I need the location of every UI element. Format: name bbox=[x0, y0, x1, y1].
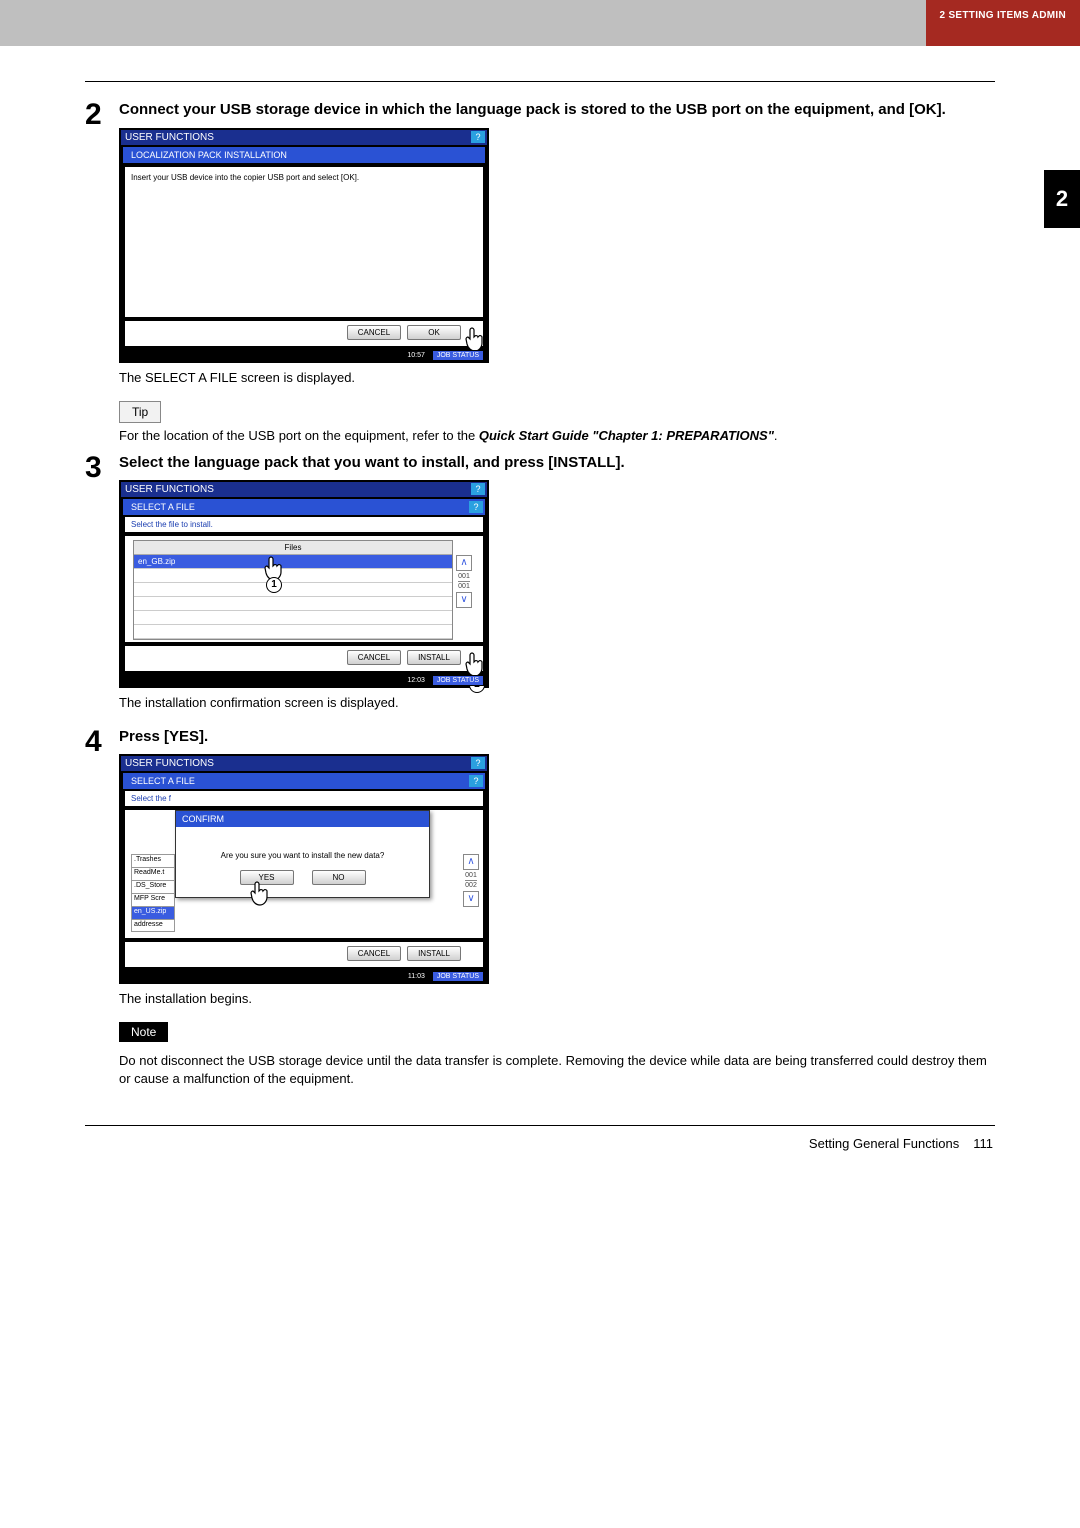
help-icon[interactable]: ? bbox=[471, 757, 485, 769]
files-header: Files bbox=[134, 541, 452, 555]
footer-page-number: 111 bbox=[973, 1136, 993, 1151]
jobstatus-button[interactable]: JOB STATUS bbox=[433, 972, 483, 981]
header-bar: 2 SETTING ITEMS ADMIN bbox=[0, 0, 1080, 46]
tip-label: Tip bbox=[119, 401, 161, 423]
help-icon[interactable]: ? bbox=[471, 483, 485, 495]
dialog-title: CONFIRM bbox=[176, 811, 429, 827]
device-time: 11:03 bbox=[408, 973, 425, 980]
step-3: 3 Select the language pack that you want… bbox=[85, 453, 995, 719]
step-heading: Select the language pack that you want t… bbox=[119, 453, 995, 473]
device-subbar: SELECT A FILE bbox=[131, 502, 195, 512]
step-heading: Press [YES]. bbox=[119, 727, 995, 747]
file-list-partial: .Trashes ReadMe.t .DS_Store MFP Scre en_… bbox=[131, 854, 175, 932]
step-result-text: The installation confirmation screen is … bbox=[119, 694, 995, 712]
device-subbar: SELECT A FILE bbox=[131, 776, 195, 786]
note-text: Do not disconnect the USB storage device… bbox=[119, 1052, 995, 1088]
step-4: 4 Press [YES]. USER FUNCTIONS ? SELECT A… bbox=[85, 727, 995, 1095]
ok-button[interactable]: OK bbox=[407, 325, 461, 340]
device-screenshot-2: USER FUNCTIONS ? SELECT A FILE ? Select … bbox=[119, 480, 489, 688]
device-message: Insert your USB device into the copier U… bbox=[125, 167, 483, 188]
side-chapter-tab: 2 bbox=[1044, 170, 1080, 228]
jobstatus-button[interactable]: JOB STATUS bbox=[433, 676, 483, 685]
file-row[interactable] bbox=[134, 569, 452, 583]
rule-bottom bbox=[85, 1125, 995, 1126]
install-button[interactable]: INSTALL bbox=[407, 946, 461, 961]
file-row-selected[interactable]: en_GB.zip bbox=[134, 555, 452, 569]
step-number: 4 bbox=[85, 727, 115, 1095]
jobstatus-button[interactable]: JOB STATUS bbox=[433, 351, 483, 360]
install-button[interactable]: INSTALL bbox=[407, 650, 461, 665]
help-icon[interactable]: ? bbox=[471, 131, 485, 143]
yes-button[interactable]: YES bbox=[240, 870, 294, 885]
file-row[interactable] bbox=[134, 611, 452, 625]
device-info: Select the f bbox=[125, 791, 483, 806]
device-title: USER FUNCTIONS bbox=[125, 132, 214, 143]
device-time: 12:03 bbox=[407, 677, 425, 684]
step-number: 2 bbox=[85, 100, 115, 445]
hand-pointer-icon bbox=[248, 880, 272, 914]
cancel-button[interactable]: CANCEL bbox=[347, 946, 401, 961]
device-title: USER FUNCTIONS bbox=[125, 758, 214, 769]
footer-section: Setting General Functions bbox=[809, 1136, 959, 1151]
scroll-down-icon[interactable]: ∨ bbox=[456, 592, 472, 608]
scroll-up-icon[interactable]: ∧ bbox=[463, 854, 479, 870]
confirm-dialog: CONFIRM Are you sure you want to install… bbox=[175, 810, 430, 898]
dialog-message: Are you sure you want to install the new… bbox=[176, 827, 429, 870]
rule-top bbox=[85, 81, 995, 82]
help-icon[interactable]: ? bbox=[469, 501, 483, 513]
header-chapter-tab: 2 SETTING ITEMS ADMIN bbox=[926, 0, 1080, 46]
device-screenshot-1: USER FUNCTIONS ? LOCALIZATION PACK INSTA… bbox=[119, 128, 489, 363]
step-heading: Connect your USB storage device in which… bbox=[119, 100, 995, 120]
file-row[interactable] bbox=[134, 597, 452, 611]
device-screenshot-3: USER FUNCTIONS ? SELECT A FILE ? Select … bbox=[119, 754, 489, 984]
scroll-down-icon[interactable]: ∨ bbox=[463, 891, 479, 907]
cancel-button[interactable]: CANCEL bbox=[347, 650, 401, 665]
note-label: Note bbox=[119, 1022, 168, 1042]
no-button[interactable]: NO bbox=[312, 870, 366, 885]
scroll-up-icon[interactable]: ∧ bbox=[456, 555, 472, 571]
step-number: 3 bbox=[85, 453, 115, 719]
file-row[interactable] bbox=[134, 583, 452, 597]
device-time: 10:57 bbox=[407, 352, 425, 359]
device-subbar: LOCALIZATION PACK INSTALLATION bbox=[123, 147, 485, 163]
device-title: USER FUNCTIONS bbox=[125, 484, 214, 495]
tip-text: For the location of the USB port on the … bbox=[119, 427, 995, 445]
file-row[interactable] bbox=[134, 625, 452, 639]
step-result-text: The installation begins. bbox=[119, 990, 995, 1008]
page-footer: Setting General Functions 111 bbox=[85, 1136, 995, 1151]
step-result-text: The SELECT A FILE screen is displayed. bbox=[119, 369, 995, 387]
help-icon[interactable]: ? bbox=[469, 775, 483, 787]
cancel-button[interactable]: CANCEL bbox=[347, 325, 401, 340]
device-info: Select the file to install. bbox=[125, 517, 483, 532]
step-2: 2 Connect your USB storage device in whi… bbox=[85, 100, 995, 445]
